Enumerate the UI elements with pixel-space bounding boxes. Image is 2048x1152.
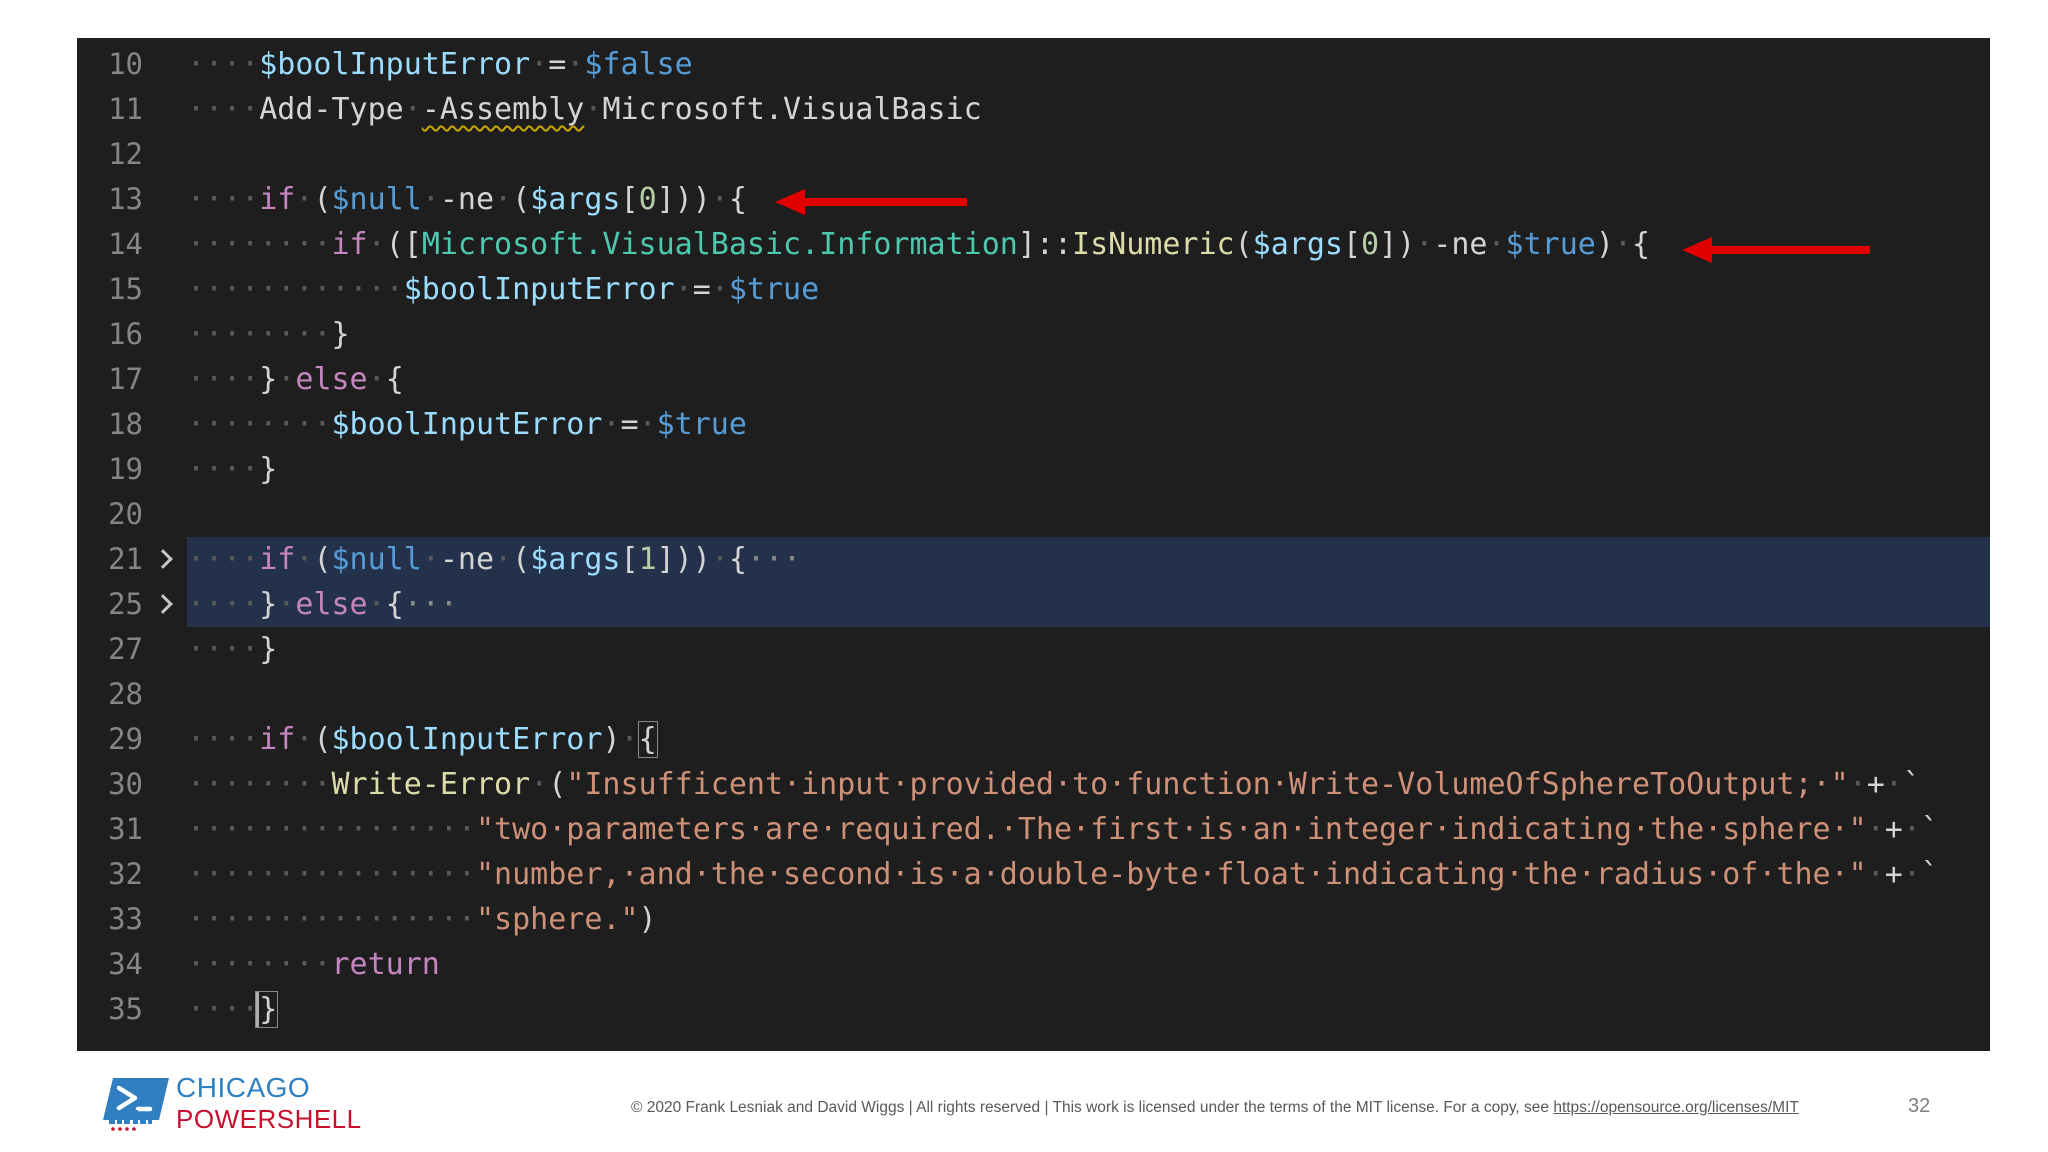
code-line-text: ········if·([Microsoft.VisualBasic.Infor… (187, 227, 1651, 262)
line-number: 16 (108, 317, 143, 351)
line-number: 13 (108, 182, 143, 216)
code-line[interactable]: ················"two·parameters·are·requ… (187, 807, 1990, 852)
code-line-text: ············$boolInputError·=·$true (187, 272, 820, 307)
code-line[interactable]: ····} (187, 447, 1990, 492)
logo-text-powershell: POWERSHELL (176, 1104, 362, 1134)
code-line-text: ····} (187, 632, 278, 667)
code-line-text: ····if·($null·-ne·($args[1]))·{··· (187, 542, 802, 577)
code-line[interactable]: ····if·($null·-ne·($args[0]))·{ (187, 177, 1990, 222)
arrow-shaft (799, 198, 967, 206)
red-arrow-annotation (775, 189, 967, 215)
code-line-text: ····if·($boolInputError)·{ (187, 721, 658, 758)
line-number: 12 (108, 137, 143, 171)
red-arrow-annotation (1682, 237, 1870, 263)
copyright-notice: © 2020 Frank Lesniak and David Wiggs | A… (631, 1099, 1799, 1117)
code-line-text: ····if·($null·-ne·($args[0]))·{ (187, 182, 747, 217)
code-line[interactable]: ····}·else·{ (187, 357, 1990, 402)
line-number: 33 (108, 902, 143, 936)
logo-text-chicago: CHICAGO (176, 1072, 311, 1103)
code-line[interactable]: ····if·($boolInputError)·{ (187, 717, 1990, 762)
code-line-text: ····Add-Type·-Assembly·Microsoft.VisualB… (187, 92, 982, 127)
code-line-text: ····}·else·{··· (187, 587, 458, 622)
code-line-text: ········Write-Error·("Insufficent·input·… (187, 767, 1921, 802)
slide-footer: CHICAGO POWERSHELL © 2020 Frank Lesniak … (0, 1060, 2048, 1152)
line-number: 18 (108, 407, 143, 441)
code-line[interactable] (187, 492, 1990, 537)
powershell-logo-icon (103, 1078, 169, 1131)
code-line[interactable]: ················"sphere.") (187, 897, 1990, 942)
fold-chevron-icon[interactable] (151, 537, 177, 582)
line-number: 20 (108, 497, 143, 531)
line-number: 11 (108, 92, 143, 126)
line-number: 17 (108, 362, 143, 396)
line-number: 21 (108, 542, 143, 576)
fold-chevron-icon[interactable] (151, 582, 177, 627)
code-line[interactable]: ····$boolInputError·=·$false (187, 42, 1990, 87)
line-number: 32 (108, 857, 143, 891)
folded-code-line[interactable]: ····if·($null·-ne·($args[1]))·{··· (187, 537, 1990, 582)
folded-code-line[interactable]: ····}·else·{··· (187, 582, 1990, 627)
line-number-gutter: 10 11 12 13 14 15 16 17 18 19 20 21 25 27 28 29 30 31 32 33… (77, 38, 187, 1051)
code-line[interactable] (187, 132, 1990, 177)
code-line-text: ················"number,·and·the·second·… (187, 857, 1939, 892)
line-number: 14 (108, 227, 143, 261)
line-number: 35 (108, 992, 143, 1026)
code-line-text: ················"two·parameters·are·requ… (187, 812, 1939, 847)
code-line[interactable]: ················"number,·and·the·second·… (187, 852, 1990, 897)
code-line[interactable]: ········Write-Error·("Insufficent·input·… (187, 762, 1990, 807)
line-number: 25 (108, 587, 143, 621)
code-line-text: ········return (187, 947, 440, 982)
copyright-text: © 2020 Frank Lesniak and David Wiggs | A… (631, 1099, 1554, 1116)
license-link[interactable]: https://opensource.org/licenses/MIT (1553, 1099, 1799, 1116)
code-line-text: ····$boolInputError·=·$false (187, 47, 693, 82)
line-number: 27 (108, 632, 143, 666)
arrow-shaft (1706, 246, 1870, 254)
code-line-text: ····} (187, 991, 279, 1028)
code-editor[interactable]: 10 11 12 13 14 15 16 17 18 19 20 21 25 27 28 29 30 31 32 33… (77, 38, 1990, 1051)
code-line-text: ········$boolInputError·=·$true (187, 407, 747, 442)
code-line[interactable]: ········} (187, 312, 1990, 357)
code-line-text: ········} (187, 317, 350, 352)
line-number: 19 (108, 452, 143, 486)
line-number: 30 (108, 767, 143, 801)
page-number: 32 (1908, 1095, 1931, 1117)
line-number: 31 (108, 812, 143, 846)
code-line-text: ····}·else·{ (187, 362, 404, 397)
code-line-text: ····} (187, 452, 278, 487)
code-line[interactable]: ············$boolInputError·=·$true (187, 267, 1990, 312)
line-number: 34 (108, 947, 143, 981)
code-line[interactable] (187, 672, 1990, 717)
code-line[interactable]: ····} (187, 987, 1990, 1032)
code-line[interactable]: ····Add-Type·-Assembly·Microsoft.VisualB… (187, 87, 1990, 132)
code-line[interactable]: ····} (187, 627, 1990, 672)
code-line[interactable]: ········return (187, 942, 1990, 987)
line-number: 10 (108, 47, 143, 81)
chicago-powershell-logo: CHICAGO POWERSHELL (103, 1072, 361, 1142)
code-line-text: ················"sphere.") (187, 902, 657, 937)
line-number: 29 (108, 722, 143, 756)
line-number: 15 (108, 272, 143, 306)
code-line[interactable]: ········$boolInputError·=·$true (187, 402, 1990, 447)
line-number: 28 (108, 677, 143, 711)
